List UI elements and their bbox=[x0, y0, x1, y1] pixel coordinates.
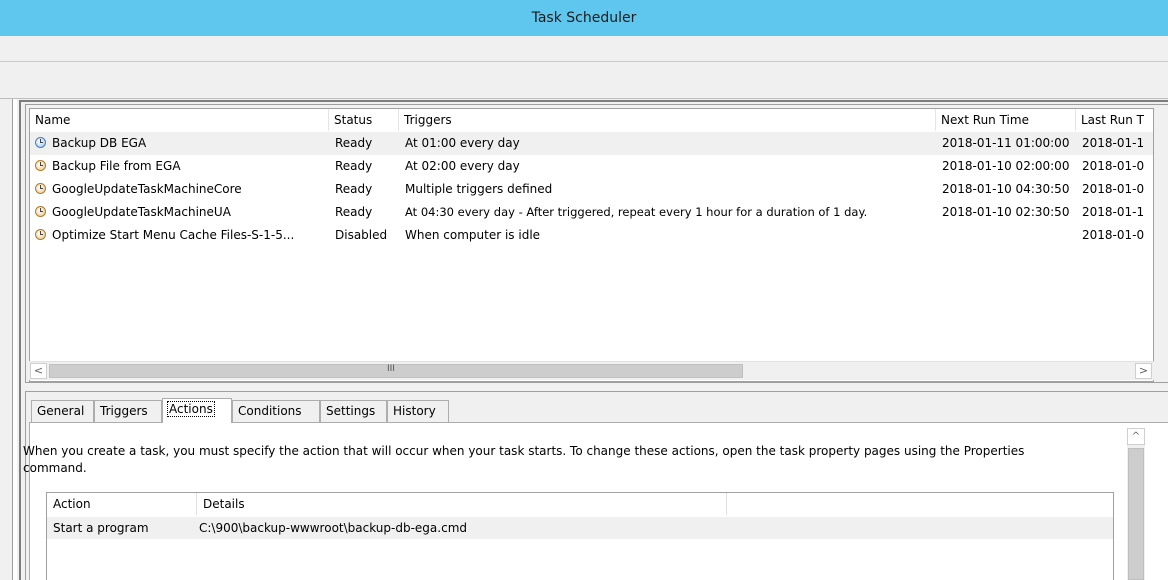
scroll-left-icon[interactable]: < bbox=[30, 363, 47, 379]
task-list: Name Status Triggers Next Run Time Last … bbox=[29, 108, 1154, 382]
navigation-pane-edge bbox=[0, 99, 13, 580]
action-row[interactable]: Start a program C:\900\backup-wwwroot\ba… bbox=[47, 517, 1113, 539]
toolbar bbox=[0, 62, 1168, 99]
task-name: Backup File from EGA bbox=[52, 159, 181, 173]
task-name: Optimize Start Menu Cache Files-S-1-5... bbox=[52, 228, 295, 242]
scroll-right-icon[interactable]: > bbox=[1135, 363, 1152, 379]
column-header-name[interactable]: Name bbox=[30, 109, 329, 131]
tab-label: History bbox=[393, 404, 436, 418]
vertical-scrollbar[interactable]: ^ bbox=[1127, 428, 1145, 580]
tab-conditions[interactable]: Conditions bbox=[232, 400, 320, 422]
task-last-run: 2018-01-0 bbox=[1082, 159, 1145, 173]
task-next-run: 2018-01-10 02:30:50 bbox=[942, 205, 1070, 219]
menu-bar bbox=[0, 36, 1168, 62]
task-last-run: 2018-01-0 bbox=[1082, 182, 1145, 196]
actions-description: When you create a task, you must specify… bbox=[23, 444, 1025, 475]
clock-icon bbox=[35, 160, 46, 171]
task-status: Ready bbox=[335, 159, 373, 173]
task-name: Backup DB EGA bbox=[52, 136, 147, 150]
task-name: GoogleUpdateTaskMachineCore bbox=[52, 182, 242, 196]
clock-icon bbox=[35, 206, 46, 217]
task-row[interactable]: Backup File from EGA Ready At 02:00 ever… bbox=[30, 155, 1153, 178]
task-status: Ready bbox=[335, 205, 373, 219]
task-next-run: 2018-01-10 02:00:00 bbox=[942, 159, 1070, 173]
scroll-thumb[interactable] bbox=[49, 364, 743, 378]
task-row[interactable]: GoogleUpdateTaskMachineCore Ready Multip… bbox=[30, 178, 1153, 201]
clock-icon bbox=[35, 137, 46, 148]
task-status: Ready bbox=[335, 136, 373, 150]
column-header-details[interactable]: Details bbox=[197, 493, 727, 515]
window-title: Task Scheduler bbox=[531, 10, 637, 26]
tab-label: Actions bbox=[167, 401, 215, 417]
column-header-triggers[interactable]: Triggers bbox=[399, 109, 936, 131]
task-next-run bbox=[942, 224, 1074, 247]
column-header-action[interactable]: Action bbox=[47, 493, 197, 515]
clock-icon bbox=[35, 229, 46, 240]
task-next-run: 2018-01-11 01:00:00 bbox=[942, 136, 1070, 150]
horizontal-scrollbar[interactable]: < III > bbox=[29, 361, 1154, 380]
scroll-grip-icon: III bbox=[387, 364, 395, 374]
task-last-run: 2018-01-1 bbox=[1082, 205, 1145, 219]
task-triggers: At 01:00 every day bbox=[405, 136, 520, 150]
column-header-last-run-time[interactable]: Last Run T bbox=[1076, 109, 1153, 131]
actions-table-header: Action Details bbox=[47, 493, 1113, 515]
task-row[interactable]: Optimize Start Menu Cache Files-S-1-5...… bbox=[30, 224, 1153, 247]
column-header-status[interactable]: Status bbox=[329, 109, 399, 131]
task-triggers: When computer is idle bbox=[405, 228, 541, 242]
tab-history[interactable]: History bbox=[387, 400, 449, 422]
tab-triggers[interactable]: Triggers bbox=[94, 400, 162, 422]
tab-label: Conditions bbox=[238, 404, 302, 418]
task-name: GoogleUpdateTaskMachineUA bbox=[52, 205, 231, 219]
tab-label: Settings bbox=[326, 404, 376, 418]
clock-icon bbox=[35, 183, 46, 194]
task-triggers: At 02:00 every day bbox=[405, 159, 520, 173]
scroll-up-icon[interactable]: ^ bbox=[1127, 428, 1145, 445]
task-row[interactable]: Backup DB EGA Ready At 01:00 every day 2… bbox=[30, 132, 1153, 155]
pane-splitter[interactable] bbox=[25, 382, 1168, 392]
task-status: Disabled bbox=[335, 228, 388, 242]
tab-settings[interactable]: Settings bbox=[320, 400, 387, 422]
task-triggers: At 04:30 every day - After triggered, re… bbox=[405, 205, 868, 219]
tab-label: General bbox=[37, 404, 85, 418]
action-details: C:\900\backup-wwwroot\backup-db-ega.cmd bbox=[199, 521, 467, 535]
actions-table: Action Details Start a program C:\900\ba… bbox=[46, 492, 1114, 580]
task-row[interactable]: GoogleUpdateTaskMachineUA Ready At 04:30… bbox=[30, 201, 1153, 224]
tab-label: Triggers bbox=[100, 404, 148, 418]
action-type: Start a program bbox=[53, 521, 149, 535]
task-list-header: Name Status Triggers Next Run Time Last … bbox=[30, 109, 1153, 132]
task-last-run: 2018-01-0 bbox=[1082, 228, 1145, 242]
title-bar: Task Scheduler bbox=[0, 0, 1168, 36]
task-next-run: 2018-01-10 04:30:50 bbox=[942, 182, 1070, 196]
column-header-next-run-time[interactable]: Next Run Time bbox=[936, 109, 1076, 131]
tab-general[interactable]: General bbox=[31, 400, 94, 422]
scroll-thumb[interactable] bbox=[1128, 448, 1144, 580]
task-triggers: Multiple triggers defined bbox=[405, 182, 553, 196]
task-status: Ready bbox=[335, 182, 373, 196]
task-last-run: 2018-01-1 bbox=[1082, 136, 1145, 150]
tab-actions[interactable]: Actions bbox=[162, 398, 232, 423]
